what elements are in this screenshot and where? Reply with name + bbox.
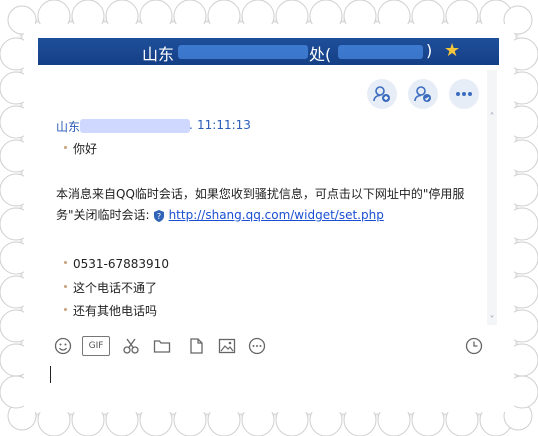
bullet-icon: [64, 261, 67, 264]
window-title-right: ): [426, 41, 433, 60]
gif-icon[interactable]: GIF: [82, 336, 110, 356]
scissors-icon[interactable]: [122, 337, 140, 355]
message-item: 这个电话不通了: [64, 279, 157, 296]
add-contact-button[interactable]: [408, 79, 438, 109]
scroll-down-icon[interactable]: ˅: [487, 316, 497, 326]
image-icon[interactable]: [218, 337, 236, 355]
chat-window: 山东 处( ) ★ ˄ ˅ 山东 . 11:11:13 你好 本消息来自QQ临时…: [38, 38, 499, 400]
file-icon[interactable]: [188, 337, 206, 355]
message-text: 0531-67883910: [73, 257, 169, 271]
star-icon[interactable]: ★: [444, 40, 460, 61]
bullet-icon: [64, 146, 67, 149]
message-time: 11:11:13: [197, 118, 251, 132]
add-friend-button[interactable]: [367, 79, 397, 109]
shield-icon: ?: [153, 209, 164, 222]
window-title-left: 山东: [142, 45, 175, 64]
sender-suffix: .: [189, 118, 193, 132]
folder-icon[interactable]: [153, 337, 171, 355]
input-toolbar: GIF: [38, 331, 499, 359]
message-input[interactable]: [38, 361, 499, 400]
more-dots-icon: [456, 92, 472, 96]
scroll-up-icon[interactable]: ˄: [487, 113, 497, 123]
redacted-title-part: [338, 45, 423, 59]
history-clock-icon[interactable]: [465, 337, 483, 355]
message-list: 山东 . 11:11:13 你好 本消息来自QQ临时会话，如果您收到骚扰信息，可…: [56, 116, 482, 326]
more-circle-icon[interactable]: [248, 337, 266, 355]
redacted-title-part: [178, 45, 308, 59]
add-user-icon: [373, 86, 390, 102]
bullet-icon: [64, 308, 67, 311]
message-scrollbar[interactable]: [487, 70, 497, 325]
redacted-sender: [80, 119, 190, 133]
emoji-icon[interactable]: [54, 337, 72, 355]
message-text: 还有其他电话吗: [73, 304, 158, 318]
title-bar: 山东 处( ) ★: [38, 38, 499, 65]
system-notice: 本消息来自QQ临时会话，如果您收到骚扰信息，可点击以下网址中的"停用服务"关闭临…: [56, 184, 476, 226]
sender-name: 山东: [56, 120, 81, 134]
add-contact-icon: [414, 86, 431, 102]
message-text: 这个电话不通了: [73, 281, 158, 295]
svg-text:?: ?: [156, 212, 160, 221]
unsubscribe-link[interactable]: http://shang.qq.com/widget/set.php: [169, 208, 384, 222]
message-text: 你好: [73, 142, 98, 156]
window-title-mid: 处(: [309, 45, 332, 64]
message-item: 0531-67883910: [64, 257, 169, 271]
more-button[interactable]: [449, 79, 479, 109]
bullet-icon: [64, 285, 67, 288]
message-item: 你好: [64, 140, 97, 157]
message-item: 还有其他电话吗: [64, 302, 157, 319]
text-caret: [50, 366, 51, 383]
